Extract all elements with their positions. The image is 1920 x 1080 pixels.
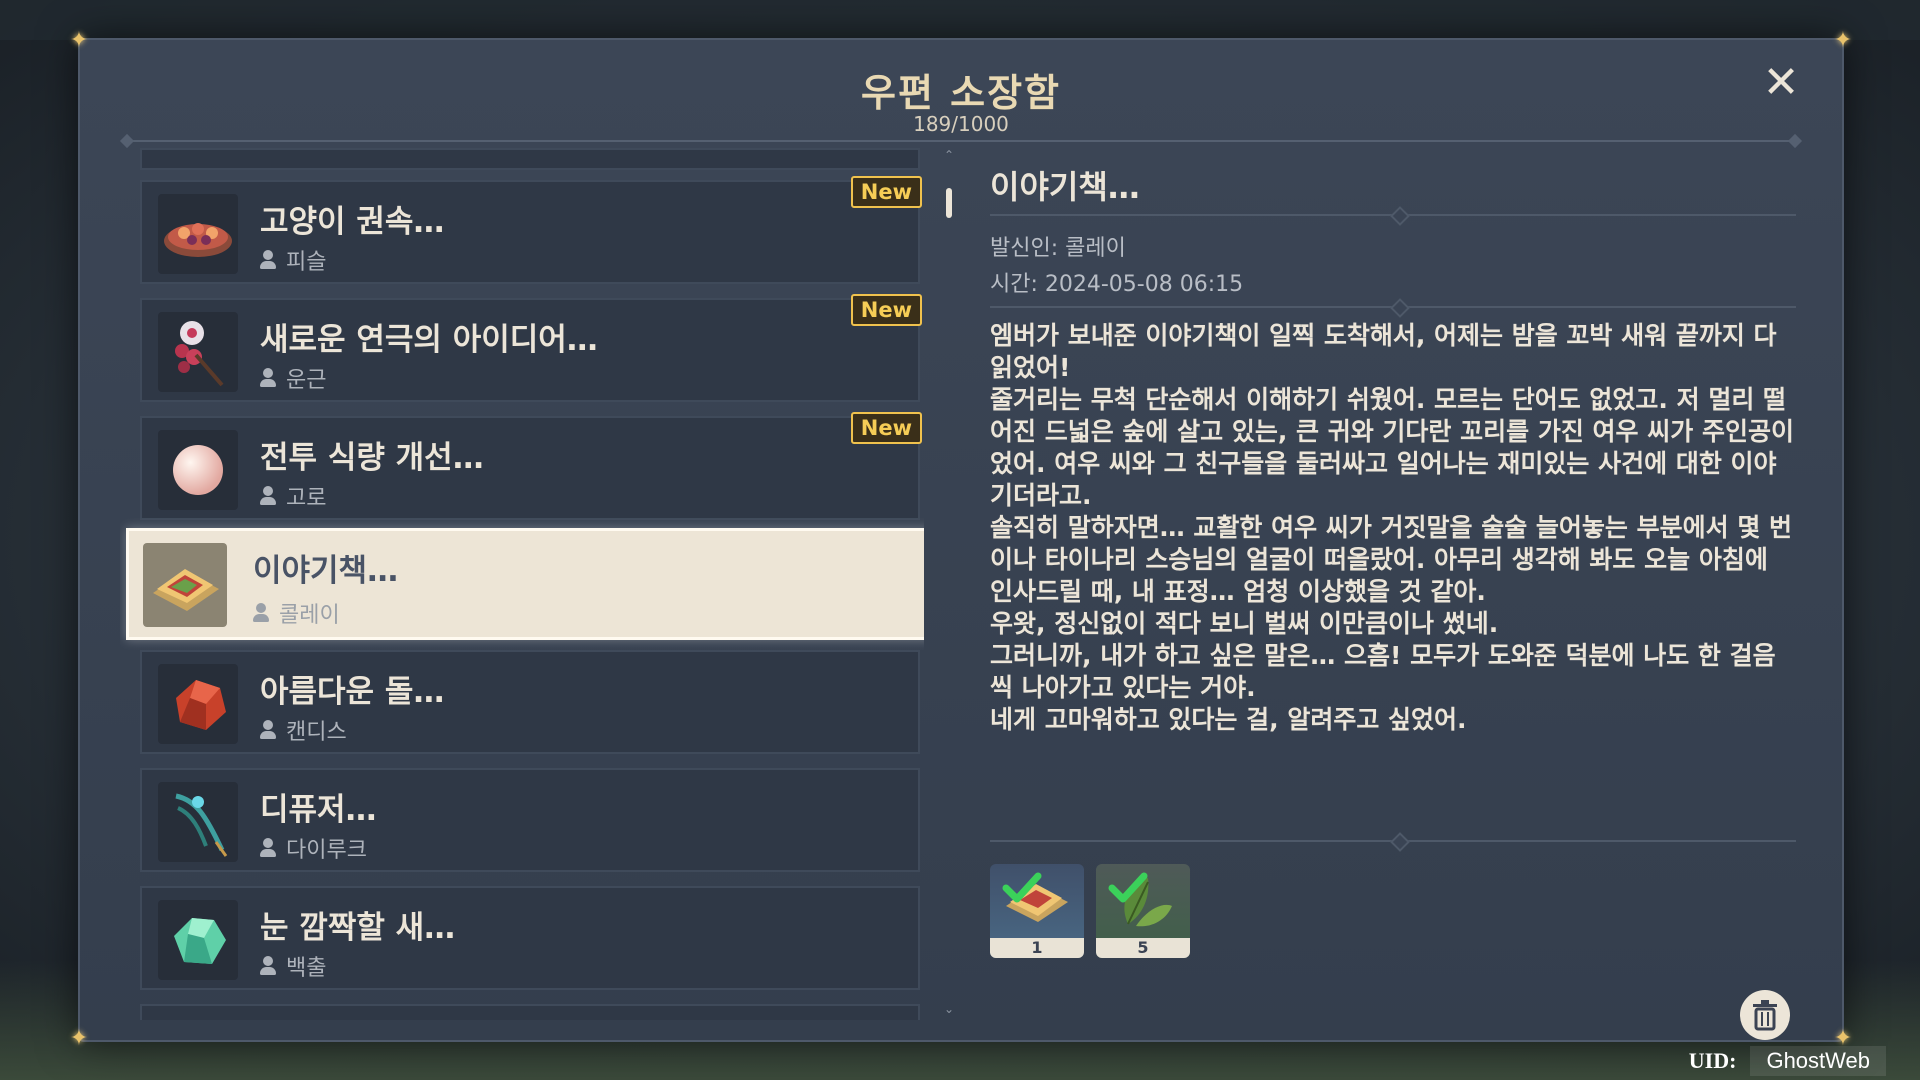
mail-sender: 고로	[260, 480, 326, 512]
corner-star-icon: ✦	[69, 1026, 89, 1051]
close-button[interactable]: ✕	[1758, 60, 1804, 106]
sender-name: 캔디스	[286, 720, 347, 745]
mail-item[interactable]: 새로운 연극의 아이디어… 운근 New	[140, 294, 922, 402]
scroll-thumb[interactable]	[946, 188, 952, 218]
person-icon	[260, 368, 276, 388]
mail-item[interactable]: 아름다운 돌… 캔디스	[140, 650, 920, 754]
delete-button[interactable]	[1740, 990, 1790, 1040]
uid-display: UID: GhostWeb	[1689, 1046, 1886, 1076]
close-icon: ✕	[1762, 57, 1800, 108]
header-divider	[126, 140, 1796, 142]
body-paragraph: 그러니까, 내가 하고 싶은 말은… 으흠! 모두가 도와준 덕분에 나도 한 …	[990, 641, 1776, 702]
detail-title: 이야기책…	[990, 168, 1140, 206]
attachment-qty: 1	[990, 938, 1084, 958]
mail-item[interactable]: 전투 식량 개선… 고로 New	[140, 412, 922, 520]
body-paragraph: 줄거리는 무척 단순해서 이해하기 쉬웠어. 모르는 단어도 없었고. 저 멀리…	[990, 385, 1794, 510]
background-hud-strip	[0, 0, 1920, 40]
mail-item[interactable]: 눈 깜짝할 새… 백출	[140, 886, 920, 990]
red-crystal-icon	[158, 664, 238, 744]
mail-title: 눈 깜짝할 새…	[260, 910, 456, 946]
person-icon	[260, 720, 276, 740]
pearl-icon	[158, 430, 238, 510]
window-title: 우편 소장함	[860, 71, 1062, 115]
check-icon	[1002, 872, 1042, 903]
detail-divider	[990, 214, 1796, 216]
body-paragraph: 네게 고마워하고 있다는 걸, 알려주고 싶었어.	[990, 705, 1467, 734]
check-icon	[1108, 872, 1148, 903]
sender-name: 다이루크	[286, 838, 367, 863]
mail-sender: 콜레이	[253, 597, 340, 629]
body-paragraph: 엠버가 보내준 이야기책이 일찍 도착해서, 어제는 밤을 꼬박 새워 끝까지 …	[990, 321, 1777, 382]
uid-label: UID:	[1688, 1048, 1737, 1073]
mail-title: 고양이 권속…	[260, 204, 445, 240]
corner-star-icon: ✦	[1833, 28, 1853, 53]
attachments: 1 5	[990, 864, 1190, 958]
mail-sender: 운근	[260, 362, 326, 394]
mail-window: ✦ ✦ ✦ ✦ 우편 소장함 189/1000 ✕ 고양이 권속… 피슬 New…	[70, 28, 1852, 1051]
attachment-item[interactable]: 1	[990, 864, 1084, 958]
mail-sender: 다이루크	[260, 832, 367, 864]
mail-list[interactable]: 고양이 권속… 피슬 New 새로운 연극의 아이디어… 운근 New 전투 식…	[120, 148, 924, 1020]
detail-divider	[990, 306, 1796, 308]
detail-time: 시간: 2024-05-08 06:15	[990, 272, 1244, 297]
new-badge: New	[850, 176, 922, 208]
new-badge: New	[850, 294, 922, 326]
person-icon	[260, 250, 276, 270]
sender-name: 피슬	[286, 250, 327, 275]
mail-item[interactable]: 고양이 권속… 피슬 New	[140, 176, 922, 284]
sender-name: 백출	[286, 956, 327, 981]
mail-detail: 이야기책… 발신인: 콜레이 시간: 2024-05-08 06:15 엠버가 …	[990, 148, 1796, 1040]
person-icon	[260, 838, 276, 858]
attachment-qty: 5	[1096, 938, 1190, 958]
attachment-divider	[990, 840, 1796, 842]
flower-pin-icon	[158, 312, 238, 392]
detail-body: 엠버가 보내준 이야기책이 일찍 도착해서, 어제는 밤을 꼬박 새워 끝까지 …	[990, 320, 1796, 736]
mail-title: 새로운 연극의 아이디어…	[260, 322, 598, 358]
mail-sender: 피슬	[260, 244, 326, 276]
corner-star-icon: ✦	[69, 28, 89, 53]
mail-count: 189/1000	[913, 112, 1009, 136]
scroll-up-icon: ⌃	[943, 148, 955, 162]
sender-name: 운근	[286, 368, 327, 393]
mail-item-selected[interactable]: 이야기책… 콜레이	[126, 528, 924, 640]
new-badge: New	[850, 412, 922, 444]
sandwich-icon	[143, 543, 227, 627]
body-paragraph: 우왓, 정신없이 적다 보니 벌써 이만큼이나 썼네.	[990, 609, 1499, 638]
person-icon	[253, 603, 269, 623]
scroll-down-icon: ⌄	[943, 1002, 955, 1016]
trash-icon	[1753, 1000, 1777, 1031]
detail-sender: 발신인: 콜레이	[990, 236, 1126, 261]
mail-title: 아름다운 돌…	[260, 674, 445, 710]
mail-title: 전투 식량 개선…	[260, 440, 484, 476]
list-item-partial-top[interactable]	[140, 148, 920, 170]
body-paragraph: 솔직히 말하자면… 교활한 여우 씨가 거짓말을 술술 늘어놓는 부분에서 몇 …	[990, 513, 1793, 606]
uid-value: GhostWeb	[1750, 1046, 1886, 1076]
attachment-item[interactable]: 5	[1096, 864, 1190, 958]
list-scrollbar[interactable]: ⌃ ⌄	[944, 148, 954, 1016]
feather-icon	[158, 782, 238, 862]
green-crystal-icon	[158, 900, 238, 980]
meat-dish-icon	[158, 194, 238, 274]
person-icon	[260, 956, 276, 976]
mail-title: 이야기책…	[253, 553, 399, 589]
mail-item[interactable]: 디퓨저… 다이루크	[140, 768, 920, 872]
mail-title: 디퓨저…	[260, 792, 377, 828]
mail-sender: 백출	[260, 950, 326, 982]
person-icon	[260, 486, 276, 506]
sender-name: 고로	[286, 486, 327, 511]
mail-sender: 캔디스	[260, 714, 347, 746]
list-item-partial-bottom[interactable]	[140, 1004, 920, 1020]
sender-name: 콜레이	[279, 603, 340, 628]
